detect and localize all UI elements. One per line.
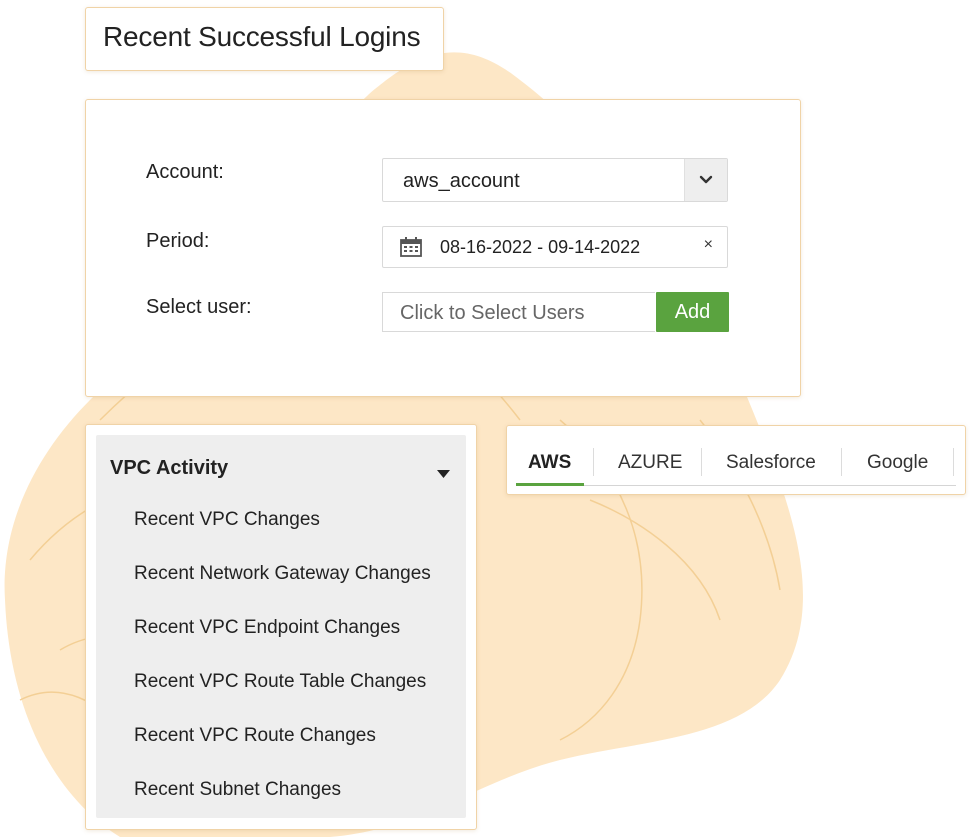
select-users-placeholder: Click to Select Users (400, 302, 585, 324)
tab-divider (701, 448, 702, 476)
report-menu: VPC Activity Recent VPC Changes Recent N… (85, 424, 477, 830)
calendar-icon (399, 236, 423, 263)
page-title: Recent Successful Logins (103, 21, 421, 52)
account-value: aws_account (403, 170, 520, 192)
select-user-label: Select user: (146, 296, 252, 318)
menu-item-recent-vpc-changes[interactable]: Recent VPC Changes (134, 509, 320, 531)
menu-item-recent-vpc-route-table-changes[interactable]: Recent VPC Route Table Changes (134, 671, 426, 693)
chevron-down-icon[interactable] (684, 159, 727, 201)
tab-divider (953, 448, 954, 476)
menu-item-recent-network-gateway-changes[interactable]: Recent Network Gateway Changes (134, 563, 431, 585)
tab-divider (841, 448, 842, 476)
tab-divider (593, 448, 594, 476)
menu-item-recent-subnet-changes[interactable]: Recent Subnet Changes (134, 779, 341, 801)
select-users-input[interactable]: Click to Select Users (382, 292, 655, 332)
caret-down-icon[interactable] (437, 465, 450, 483)
menu-heading[interactable]: VPC Activity (110, 457, 228, 480)
title-card: Recent Successful Logins (85, 7, 444, 71)
menu-item-recent-vpc-route-changes[interactable]: Recent VPC Route Changes (134, 725, 376, 747)
period-label: Period: (146, 230, 210, 252)
tab-salesforce[interactable]: Salesforce (726, 452, 816, 474)
filter-form: Account: aws_account Period: 08-16-2022 … (85, 99, 801, 397)
account-select[interactable]: aws_account (382, 158, 728, 202)
tab-google[interactable]: Google (867, 452, 928, 474)
period-date-range[interactable]: 08-16-2022 - 09-14-2022 × (382, 226, 728, 268)
close-icon[interactable]: × (704, 236, 713, 254)
period-value: 08-16-2022 - 09-14-2022 (440, 237, 641, 257)
account-label: Account: (146, 161, 224, 183)
add-user-button[interactable]: Add (656, 292, 729, 332)
cloud-tabs: AWS AZURE Salesforce Google (506, 425, 966, 495)
tab-azure[interactable]: AZURE (618, 452, 682, 474)
tab-aws[interactable]: AWS (528, 452, 571, 474)
menu-panel: VPC Activity Recent VPC Changes Recent N… (96, 435, 466, 818)
active-tab-indicator (516, 483, 584, 486)
menu-item-recent-vpc-endpoint-changes[interactable]: Recent VPC Endpoint Changes (134, 617, 400, 639)
